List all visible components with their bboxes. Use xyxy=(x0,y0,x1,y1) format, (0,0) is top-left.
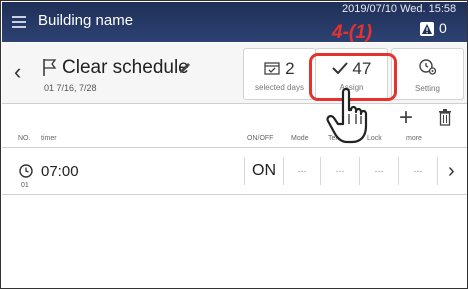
alert-icon[interactable] xyxy=(420,22,434,36)
row-mode[interactable]: --- xyxy=(283,157,320,185)
row-more[interactable]: --- xyxy=(398,157,438,185)
datetime: 2019/07/10 Wed. 15:58 xyxy=(342,3,457,15)
row-lock[interactable]: --- xyxy=(359,157,398,185)
calendar-check-icon xyxy=(264,62,281,75)
trash-icon[interactable] xyxy=(438,109,452,126)
edit-pencil-icon[interactable] xyxy=(178,61,192,75)
clock-gear-icon xyxy=(418,59,436,75)
flag-icon xyxy=(43,59,57,76)
row-toolbar: + xyxy=(2,104,467,132)
selected-days-count: 2 xyxy=(285,59,295,78)
menu-icon[interactable] xyxy=(12,16,26,28)
setting-button[interactable]: Setting xyxy=(391,48,464,100)
alert-count: 0 xyxy=(439,20,447,36)
top-bar: Building name 2019/07/10 Wed. 15:58 0 xyxy=(2,2,467,42)
selected-days-label: selected days xyxy=(255,83,304,92)
col-no: NO. xyxy=(18,135,31,142)
table-row[interactable]: 01 07:00 ON --- --- --- --- › xyxy=(2,148,467,195)
row-temp[interactable]: --- xyxy=(320,157,359,185)
chevron-right-icon[interactable]: › xyxy=(448,160,455,183)
schedule-header: ‹ Clear schedule 01 7/16, 7/28 2 selecte… xyxy=(2,43,467,104)
col-mode: Mode xyxy=(291,135,309,142)
app-frame: Building name 2019/07/10 Wed. 15:58 0 ‹ … xyxy=(0,0,468,289)
row-onoff[interactable]: ON xyxy=(244,157,283,185)
col-more: more xyxy=(406,135,422,142)
selected-days-button[interactable]: 2 selected days xyxy=(243,48,316,100)
clock-icon xyxy=(19,164,33,178)
pointer-hand-icon xyxy=(326,87,368,144)
col-onoff: ON/OFF xyxy=(247,135,274,142)
add-button[interactable]: + xyxy=(399,104,413,132)
setting-label: Setting xyxy=(415,84,440,93)
annotation-step-label: 4-(1) xyxy=(332,22,373,43)
row-number: 01 xyxy=(21,182,29,189)
schedule-subtitle: 01 7/16, 7/28 xyxy=(44,83,97,93)
back-button[interactable]: ‹ xyxy=(14,59,21,85)
schedule-title: Clear schedule xyxy=(62,57,189,78)
row-time: 07:00 xyxy=(41,163,79,180)
column-headers: NO. timer ON/OFF Mode Temp Lock more xyxy=(2,131,467,148)
col-timer: timer xyxy=(41,135,57,142)
building-name: Building name xyxy=(38,12,134,29)
